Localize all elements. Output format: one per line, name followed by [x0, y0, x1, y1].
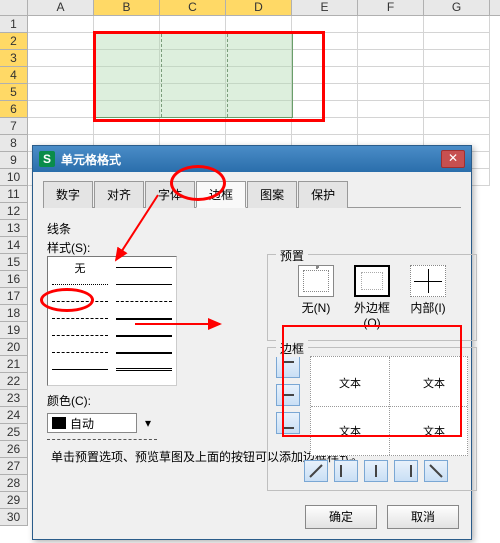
ok-button[interactable]: 确定	[305, 505, 377, 529]
row-2[interactable]: 2	[0, 33, 28, 50]
color-select[interactable]: 自动	[47, 413, 137, 433]
col-B[interactable]: B	[94, 0, 160, 15]
tab-font[interactable]: 字体	[145, 181, 195, 208]
style-opt[interactable]	[116, 295, 172, 308]
row-10[interactable]: 10	[0, 169, 28, 186]
row-12[interactable]: 12	[0, 203, 28, 220]
border-diag2-button[interactable]	[424, 460, 448, 482]
color-value: 自动	[70, 415, 94, 432]
tab-protection[interactable]: 保护	[298, 181, 348, 208]
style-opt[interactable]	[52, 312, 108, 325]
style-opt[interactable]	[52, 295, 108, 308]
preset-outline[interactable]: 外边框(O)	[351, 265, 393, 330]
row-26[interactable]: 26	[0, 441, 28, 458]
row-9[interactable]: 9	[0, 152, 28, 169]
select-all-corner[interactable]	[0, 0, 28, 15]
style-opt[interactable]	[116, 278, 172, 291]
col-A[interactable]: A	[28, 0, 94, 15]
border-legend: 边框	[276, 340, 308, 357]
tab-border[interactable]: 边框	[196, 181, 246, 208]
row-24[interactable]: 24	[0, 407, 28, 424]
dialog-titlebar[interactable]: S 单元格格式 ✕	[33, 146, 471, 172]
style-opt[interactable]	[52, 329, 108, 342]
row-20[interactable]: 20	[0, 339, 28, 356]
border-group: 边框 文本 文本 文本 文本	[267, 347, 477, 491]
border-top-button[interactable]	[276, 356, 300, 378]
row-15[interactable]: 15	[0, 254, 28, 271]
row-8[interactable]: 8	[0, 135, 28, 152]
style-opt[interactable]	[116, 363, 172, 376]
style-label: 样式(S):	[47, 239, 197, 256]
style-opt[interactable]	[52, 346, 108, 359]
color-swatch	[52, 417, 66, 429]
row-28[interactable]: 28	[0, 475, 28, 492]
dialog-title: 单元格格式	[61, 151, 441, 168]
border-left-button[interactable]	[334, 460, 358, 482]
border-vmid-button[interactable]	[364, 460, 388, 482]
preset-inside[interactable]: 内部(I)	[407, 265, 449, 330]
row-30[interactable]: 30	[0, 509, 28, 526]
cell-format-dialog: S 单元格格式 ✕ 数字 对齐 字体 边框 图案 保护 线条 样式(S): 无	[32, 145, 472, 540]
row-19[interactable]: 19	[0, 322, 28, 339]
border-bottom-button[interactable]	[276, 412, 300, 434]
border-right-button[interactable]	[394, 460, 418, 482]
row-7[interactable]: 7	[0, 118, 28, 135]
style-opt[interactable]	[116, 312, 172, 325]
style-opt[interactable]	[116, 329, 172, 342]
row-21[interactable]: 21	[0, 356, 28, 373]
preset-group: 预置 无(N) 外边框(O) 内部(I)	[267, 254, 477, 341]
style-opt[interactable]	[116, 346, 172, 359]
row-headers: 1 2 3 4 5 6 7 8 9 10 11 12 13 14 15 16 1…	[0, 16, 28, 526]
spreadsheet-grid: A B C D E F G 1 2 3 4 5 6 7 8 9 10 11 12…	[0, 0, 500, 160]
color-label: 颜色(C):	[47, 392, 197, 409]
line-style-picker[interactable]: 无	[47, 256, 177, 386]
row-18[interactable]: 18	[0, 305, 28, 322]
line-preview	[47, 439, 157, 440]
line-section-label: 线条	[47, 220, 197, 237]
color-dropdown-icon[interactable]: ▾	[141, 416, 155, 430]
dialog-tabs: 数字 对齐 字体 边框 图案 保护	[43, 180, 461, 208]
row-27[interactable]: 27	[0, 458, 28, 475]
tab-alignment[interactable]: 对齐	[94, 181, 144, 208]
tab-pattern[interactable]: 图案	[247, 181, 297, 208]
style-opt[interactable]	[116, 261, 172, 274]
column-headers: A B C D E F G	[0, 0, 500, 16]
row-14[interactable]: 14	[0, 237, 28, 254]
col-E[interactable]: E	[292, 0, 358, 15]
col-D[interactable]: D	[226, 0, 292, 15]
row-5[interactable]: 5	[0, 84, 28, 101]
row-22[interactable]: 22	[0, 373, 28, 390]
row-11[interactable]: 11	[0, 186, 28, 203]
row-29[interactable]: 29	[0, 492, 28, 509]
preset-legend: 预置	[276, 247, 308, 264]
border-preview[interactable]: 文本 文本 文本 文本	[310, 356, 468, 456]
col-C[interactable]: C	[160, 0, 226, 15]
close-button[interactable]: ✕	[441, 150, 465, 168]
preset-none[interactable]: 无(N)	[295, 265, 337, 330]
border-diag1-button[interactable]	[304, 460, 328, 482]
style-none[interactable]: 无	[52, 261, 108, 274]
wps-icon: S	[39, 151, 55, 167]
col-G[interactable]: G	[424, 0, 490, 15]
style-opt[interactable]	[52, 278, 108, 291]
row-4[interactable]: 4	[0, 67, 28, 84]
col-F[interactable]: F	[358, 0, 424, 15]
tab-number[interactable]: 数字	[43, 181, 93, 208]
row-13[interactable]: 13	[0, 220, 28, 237]
row-16[interactable]: 16	[0, 271, 28, 288]
row-25[interactable]: 25	[0, 424, 28, 441]
row-6[interactable]: 6	[0, 101, 28, 118]
row-23[interactable]: 23	[0, 390, 28, 407]
cancel-button[interactable]: 取消	[387, 505, 459, 529]
border-hmid-button[interactable]	[276, 384, 300, 406]
row-3[interactable]: 3	[0, 50, 28, 67]
row-1[interactable]: 1	[0, 16, 28, 33]
row-17[interactable]: 17	[0, 288, 28, 305]
style-opt[interactable]	[52, 363, 108, 376]
